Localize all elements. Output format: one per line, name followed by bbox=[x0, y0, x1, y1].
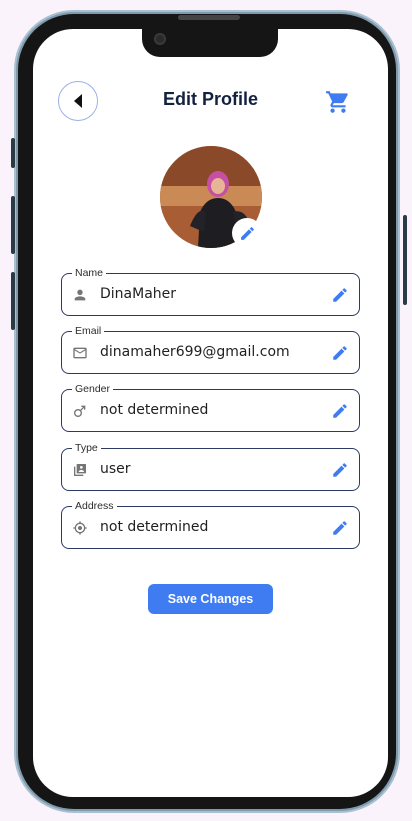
email-field[interactable]: Email dinamaher699@gmail.com bbox=[61, 325, 360, 374]
pencil-icon bbox=[240, 226, 254, 240]
phone-camera bbox=[154, 33, 166, 45]
cart-icon bbox=[326, 91, 348, 113]
address-value: not determined bbox=[100, 519, 209, 535]
volume-up-button bbox=[11, 196, 15, 254]
gender-label: Gender bbox=[72, 383, 114, 395]
name-value: DinaMaher bbox=[100, 286, 177, 302]
email-label: Email bbox=[72, 325, 105, 337]
address-field[interactable]: Address not determined bbox=[61, 500, 360, 549]
address-label: Address bbox=[72, 500, 117, 512]
app-screen: Edit Profile Name DinaMaher Email dinama… bbox=[33, 29, 388, 797]
name-label: Name bbox=[72, 267, 107, 279]
location-icon bbox=[73, 521, 87, 535]
power-button bbox=[403, 215, 407, 305]
avatar-edit-button[interactable] bbox=[232, 218, 262, 248]
pencil-icon[interactable] bbox=[331, 344, 349, 362]
name-field[interactable]: Name DinaMaher bbox=[61, 267, 360, 316]
mail-icon bbox=[73, 347, 87, 359]
pencil-icon[interactable] bbox=[331, 461, 349, 479]
pencil-icon[interactable] bbox=[331, 519, 349, 537]
pencil-icon[interactable] bbox=[331, 286, 349, 304]
person-icon bbox=[74, 289, 86, 301]
mute-switch bbox=[11, 138, 15, 168]
pencil-icon[interactable] bbox=[331, 402, 349, 420]
save-changes-button[interactable]: Save Changes bbox=[148, 584, 273, 614]
volume-down-button bbox=[11, 272, 15, 330]
type-icon bbox=[74, 464, 86, 476]
type-label: Type bbox=[72, 442, 101, 454]
type-field[interactable]: Type user bbox=[61, 442, 360, 491]
gender-value: not determined bbox=[100, 402, 209, 418]
gender-field[interactable]: Gender not determined bbox=[61, 383, 360, 432]
phone-speaker bbox=[178, 15, 240, 20]
gender-icon bbox=[74, 405, 86, 417]
type-value: user bbox=[100, 461, 131, 477]
email-value: dinamaher699@gmail.com bbox=[100, 344, 290, 360]
cart-button[interactable] bbox=[325, 89, 351, 115]
